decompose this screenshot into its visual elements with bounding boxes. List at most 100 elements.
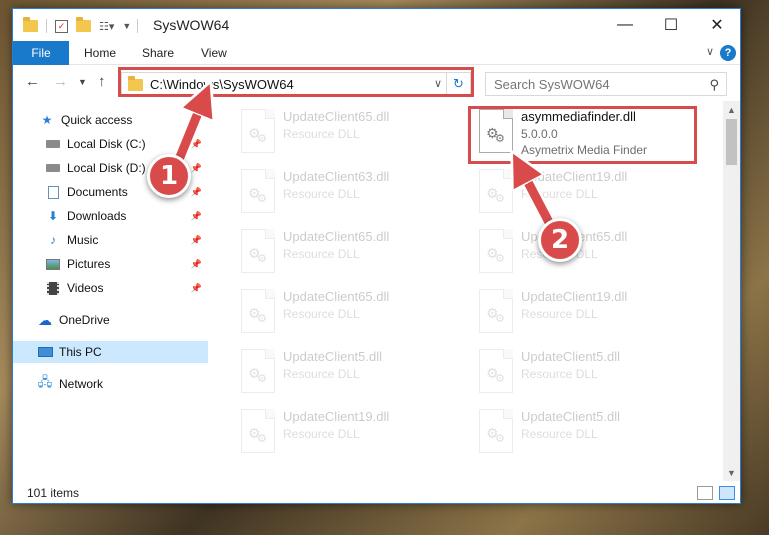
title-bar: ✓ ☷▾ ▼ SysWOW64 — ☐ ✕ xyxy=(13,9,740,41)
dll-file-icon: ⚙ ⚙ xyxy=(241,169,275,213)
sidebar-item-quick-access[interactable]: ★ Quick access xyxy=(13,109,208,131)
tab-home[interactable]: Home xyxy=(84,41,116,65)
back-button[interactable]: ← xyxy=(25,73,40,90)
expand-ribbon-icon[interactable]: ∨ xyxy=(706,45,714,58)
pin-icon[interactable]: 📌 xyxy=(191,139,202,150)
list-item[interactable]: ⚙ ⚙ UpdateClient5.dll Resource DLL xyxy=(471,343,701,403)
properties-icon[interactable]: ✓ xyxy=(55,19,68,33)
dll-file-icon: ⚙ ⚙ xyxy=(241,289,275,333)
file-type: Resource DLL xyxy=(283,247,360,261)
sidebar-item-music[interactable]: ♪ Music 📌 xyxy=(13,229,208,251)
file-type: Resource DLL xyxy=(283,427,360,441)
file-name: UpdateClient5.dll xyxy=(521,409,621,424)
list-item[interactable]: ⚙ ⚙ UpdateClient5.dll Resource DLL xyxy=(471,403,701,463)
list-item[interactable]: ⚙ ⚙ UpdateClient63.dll Resource DLL xyxy=(233,163,463,223)
cloud-icon: ☁ xyxy=(38,311,52,328)
address-bar-highlight xyxy=(118,67,474,97)
scroll-up-icon[interactable]: ▲ xyxy=(723,101,740,118)
status-bar: 101 items xyxy=(13,481,740,503)
file-type: Resource DLL xyxy=(521,187,598,201)
list-item[interactable]: ⚙ ⚙ UpdateClient5.dll Resource DLL xyxy=(233,343,463,403)
dll-file-icon: ⚙ ⚙ xyxy=(241,229,275,273)
new-folder-icon[interactable] xyxy=(76,17,91,32)
file-name: UpdateClient65.dll xyxy=(283,229,390,244)
file-name: UpdateClient19.dll xyxy=(283,409,390,424)
sidebar-item-label: This PC xyxy=(59,345,102,359)
up-button[interactable]: ↑ xyxy=(98,73,106,90)
tab-share[interactable]: Share xyxy=(142,41,174,65)
search-input[interactable] xyxy=(486,73,696,95)
minimize-button[interactable]: — xyxy=(602,9,648,41)
list-item[interactable]: ⚙⚙ UpdateClient65.dll Resource DLL xyxy=(471,223,701,283)
scroll-down-icon[interactable]: ▼ xyxy=(723,464,740,481)
search-icon[interactable]: ⚲ xyxy=(709,77,719,93)
window-title: SysWOW64 xyxy=(153,17,230,33)
file-type: Resource DLL xyxy=(283,367,360,381)
forward-button[interactable]: → xyxy=(53,73,68,90)
sidebar-item-onedrive[interactable]: ☁ OneDrive xyxy=(13,309,208,331)
music-icon: ♪ xyxy=(50,233,56,247)
dll-file-icon: ⚙ ⚙ xyxy=(241,349,275,393)
file-name: UpdateClient5.dll xyxy=(521,349,621,364)
sidebar-item-label: Local Disk (C:) xyxy=(67,137,146,151)
customize-toolbar-icon[interactable]: ☷▾ xyxy=(99,20,114,33)
dll-file-icon: ⚙ ⚙ xyxy=(479,169,513,213)
videos-icon xyxy=(45,281,61,295)
file-type: Resource DLL xyxy=(283,307,360,321)
help-icon[interactable]: ? xyxy=(720,45,736,61)
list-item[interactable]: ⚙ ⚙ UpdateClient19.dll Resource DLL xyxy=(471,283,701,343)
toolbar-divider xyxy=(137,19,139,33)
file-type: Resource DLL xyxy=(521,427,598,441)
close-button[interactable]: ✕ xyxy=(694,9,740,41)
dll-file-icon: ⚙ ⚙ xyxy=(479,229,513,273)
file-type: Resource DLL xyxy=(283,127,360,141)
sidebar-item-label: Documents xyxy=(67,185,128,199)
toolbar-divider xyxy=(46,19,47,33)
pictures-icon xyxy=(45,257,61,271)
list-item[interactable]: ⚙ ⚙ UpdateClient19.dll Resource DLL xyxy=(471,163,701,223)
sidebar-item-label: Pictures xyxy=(67,257,111,271)
download-icon: ⬇ xyxy=(47,209,59,223)
dll-file-icon: ⚙ ⚙ xyxy=(479,289,513,333)
list-item[interactable]: ⚙⚙ UpdateClient65.dll Resource DLL xyxy=(233,283,463,343)
pin-icon[interactable]: 📌 xyxy=(191,163,202,174)
pin-icon[interactable]: 📌 xyxy=(191,211,202,222)
search-box[interactable]: ⚲ xyxy=(485,72,727,96)
scrollbar-thumb[interactable] xyxy=(726,119,737,165)
recent-locations-icon[interactable]: ▼ xyxy=(78,77,87,87)
maximize-button[interactable]: ☐ xyxy=(648,9,694,41)
details-view-icon[interactable] xyxy=(697,486,713,500)
computer-icon xyxy=(37,345,53,359)
file-highlight xyxy=(468,106,697,164)
documents-icon xyxy=(45,185,61,199)
dll-file-icon: ⚙ ⚙ xyxy=(241,109,275,153)
tab-view[interactable]: View xyxy=(201,41,227,65)
tab-file[interactable]: File xyxy=(13,41,69,65)
sidebar-item-local-disk-c[interactable]: Local Disk (C:) 📌 xyxy=(13,133,208,155)
list-item[interactable]: ⚙ ⚙ UpdateClient19.dll Resource DLL xyxy=(233,403,463,463)
pin-icon[interactable]: 📌 xyxy=(191,187,202,198)
large-icons-view-icon[interactable] xyxy=(719,486,735,500)
list-item[interactable]: ⚙⚙ UpdateClient65.dll Resource DLL xyxy=(233,103,463,163)
pin-icon[interactable]: 📌 xyxy=(191,235,202,246)
file-type: Resource DLL xyxy=(521,367,598,381)
sidebar-item-downloads[interactable]: ⬇ Downloads 📌 xyxy=(13,205,208,227)
dll-file-icon: ⚙ ⚙ xyxy=(479,409,513,453)
chevron-down-icon[interactable]: ▼ xyxy=(122,21,131,31)
file-name: UpdateClient65.dll xyxy=(283,109,390,124)
pin-icon[interactable]: 📌 xyxy=(191,283,202,294)
list-item[interactable]: ⚙⚙ UpdateClient65.dll Resource DLL xyxy=(233,223,463,283)
sidebar-item-this-pc[interactable]: This PC xyxy=(13,341,208,363)
pin-icon[interactable]: 📌 xyxy=(191,259,202,270)
sidebar-item-network[interactable]: 🖧 Network xyxy=(13,373,208,395)
step-1-badge: 1 xyxy=(147,154,191,198)
vertical-scrollbar[interactable]: ▲ ▼ xyxy=(723,101,740,481)
sidebar-item-pictures[interactable]: Pictures 📌 xyxy=(13,253,208,275)
file-type: Resource DLL xyxy=(521,307,598,321)
sidebar-item-videos[interactable]: Videos 📌 xyxy=(13,277,208,299)
file-name: UpdateClient63.dll xyxy=(283,169,390,184)
sidebar-item-label: OneDrive xyxy=(59,313,110,327)
file-name: UpdateClient65.dll xyxy=(283,289,390,304)
drive-icon xyxy=(45,161,61,175)
sidebar-item-label: Videos xyxy=(67,281,104,295)
